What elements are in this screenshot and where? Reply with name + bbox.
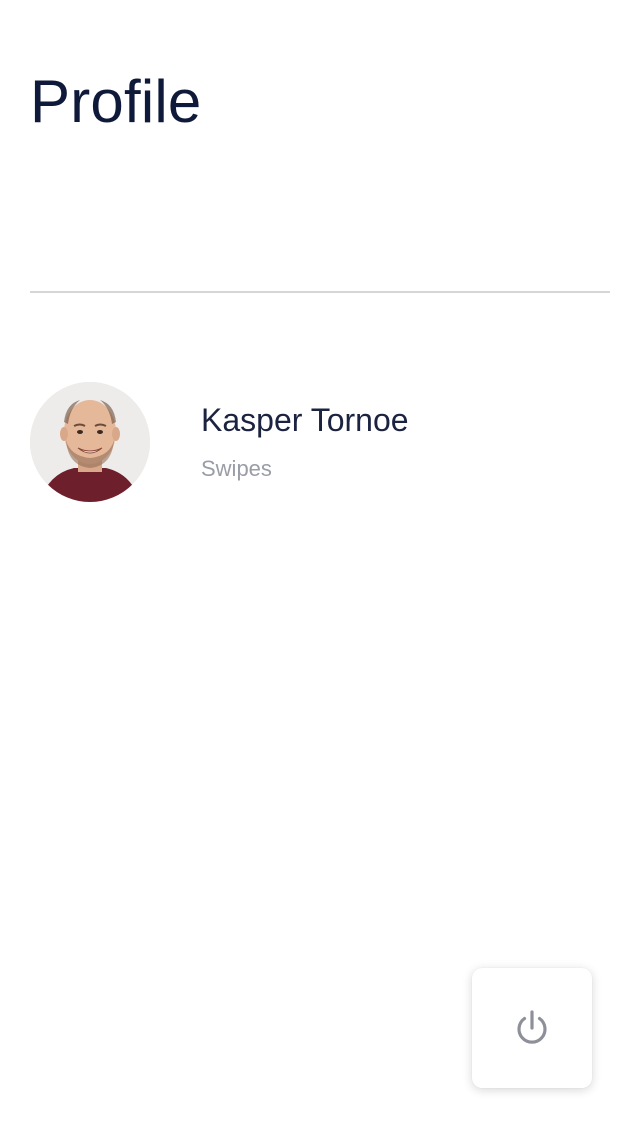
user-name: Kasper Tornoe [201,402,409,438]
page-title: Profile [30,68,202,135]
profile-screen: Profile Kasper Tornoe Swipes [0,0,640,1136]
avatar-photo-icon [30,382,150,502]
power-icon [512,1008,552,1048]
logout-button[interactable] [472,968,592,1088]
user-subtitle: Swipes [201,456,272,481]
avatar[interactable] [30,382,150,502]
divider [30,291,610,293]
profile-row[interactable]: Kasper Tornoe Swipes [30,382,610,504]
